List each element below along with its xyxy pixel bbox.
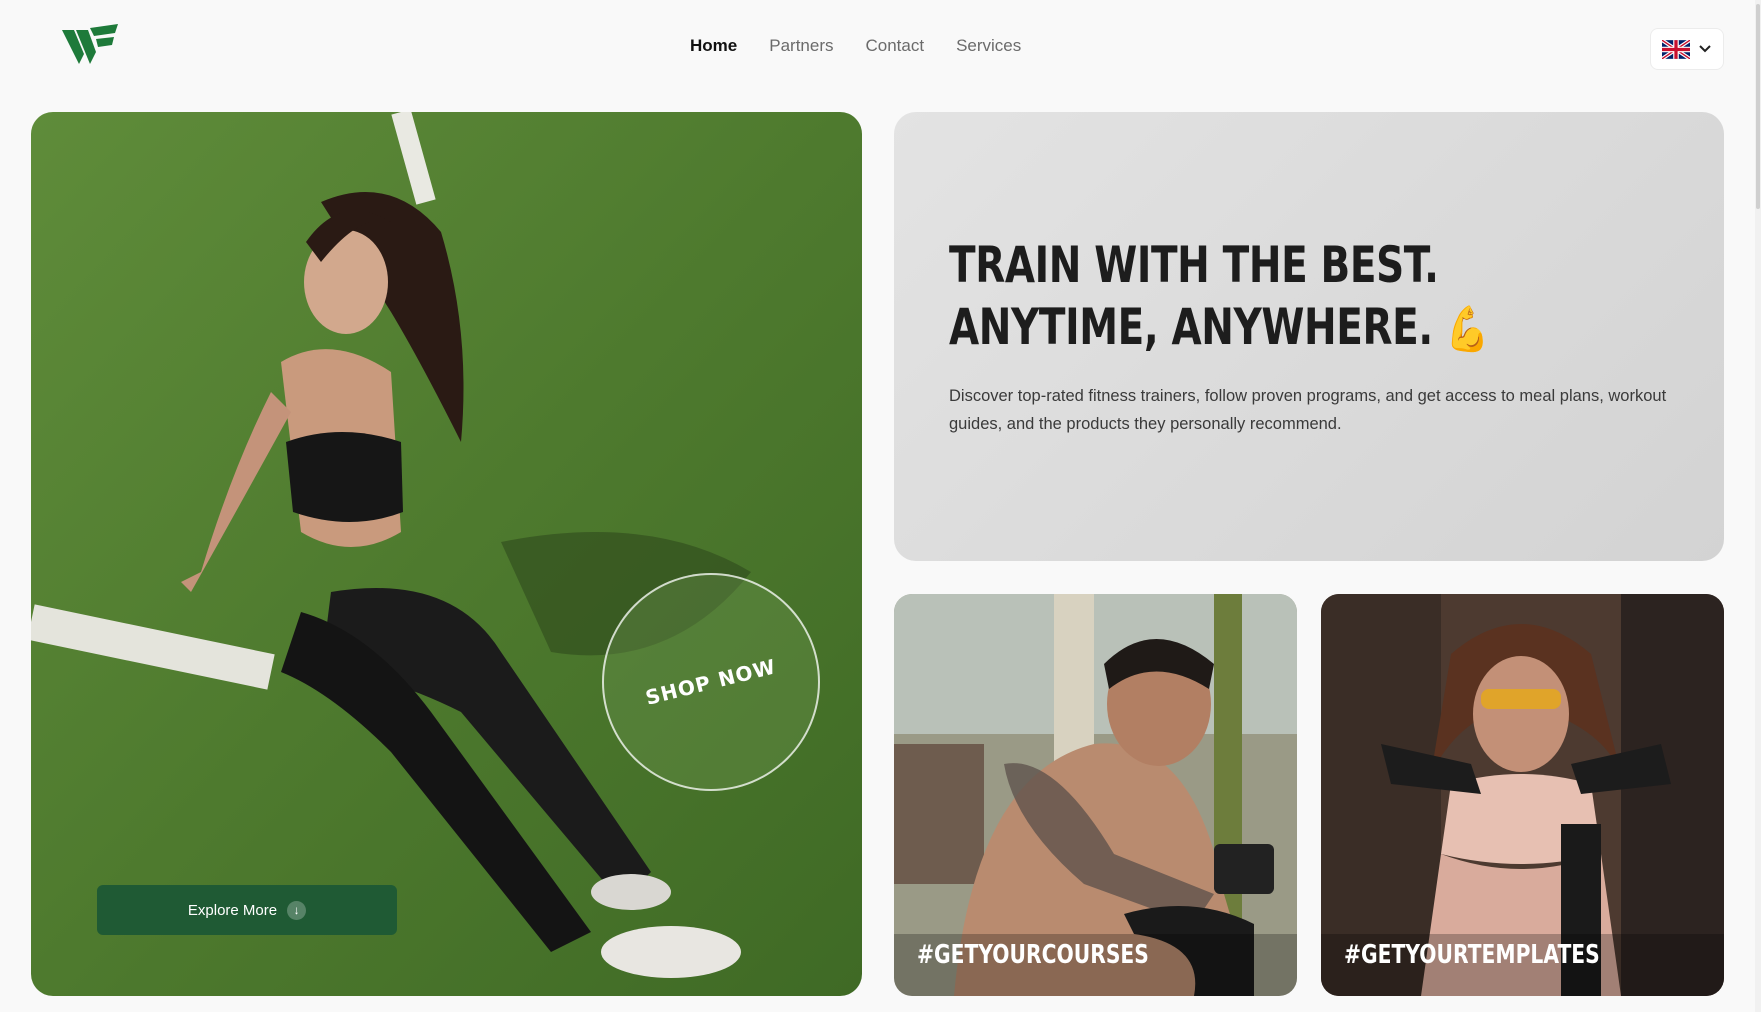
language-selector[interactable] [1650, 28, 1724, 70]
nav-item-services[interactable]: Services [956, 36, 1021, 56]
uk-flag-icon [1662, 39, 1690, 59]
site-header: Home Partners Contact Services [0, 0, 1761, 100]
headline-line-2: ANYTIME, ANYWHERE. [949, 298, 1433, 356]
intro-description: Discover top-rated fitness trainers, fol… [949, 387, 1667, 433]
courses-tile-label: #GETYOURCOURSES [917, 940, 1149, 970]
page-scrollbar[interactable] [1755, 0, 1761, 1012]
chevron-down-icon [1699, 45, 1711, 53]
hero-image-card: SHOP NOW Explore More ↓ [31, 112, 862, 996]
hero-photo [31, 112, 862, 996]
flexed-bicep-icon: 💪 [1446, 304, 1489, 355]
explore-more-label: Explore More [187, 901, 278, 919]
templates-tile-label: #GETYOURTEMPLATES [1344, 940, 1600, 970]
courses-photo [894, 594, 1297, 996]
nav-item-home[interactable]: Home [690, 36, 737, 56]
shop-now-button[interactable]: SHOP NOW [602, 573, 820, 791]
hero-headline: TRAIN WITH THE BEST. ANYTIME, ANYWHERE. … [949, 234, 1511, 361]
headline-line-1: TRAIN WITH THE BEST. [949, 236, 1439, 294]
scrollbar-thumb[interactable] [1756, 4, 1760, 209]
nav-item-partners[interactable]: Partners [769, 36, 833, 56]
templates-photo [1321, 594, 1724, 996]
templates-tile[interactable]: #GETYOURTEMPLATES [1321, 594, 1724, 996]
nav-item-contact[interactable]: Contact [865, 36, 924, 56]
shop-now-label: SHOP NOW [643, 654, 779, 710]
intro-card: TRAIN WITH THE BEST. ANYTIME, ANYWHERE. … [894, 112, 1724, 561]
main-nav: Home Partners Contact Services [690, 36, 1021, 56]
explore-more-button[interactable]: Explore More ↓ [97, 885, 397, 935]
arrow-down-icon: ↓ [287, 900, 307, 920]
brand-logo[interactable] [62, 24, 118, 66]
courses-tile[interactable]: #GETYOURCOURSES [894, 594, 1297, 996]
